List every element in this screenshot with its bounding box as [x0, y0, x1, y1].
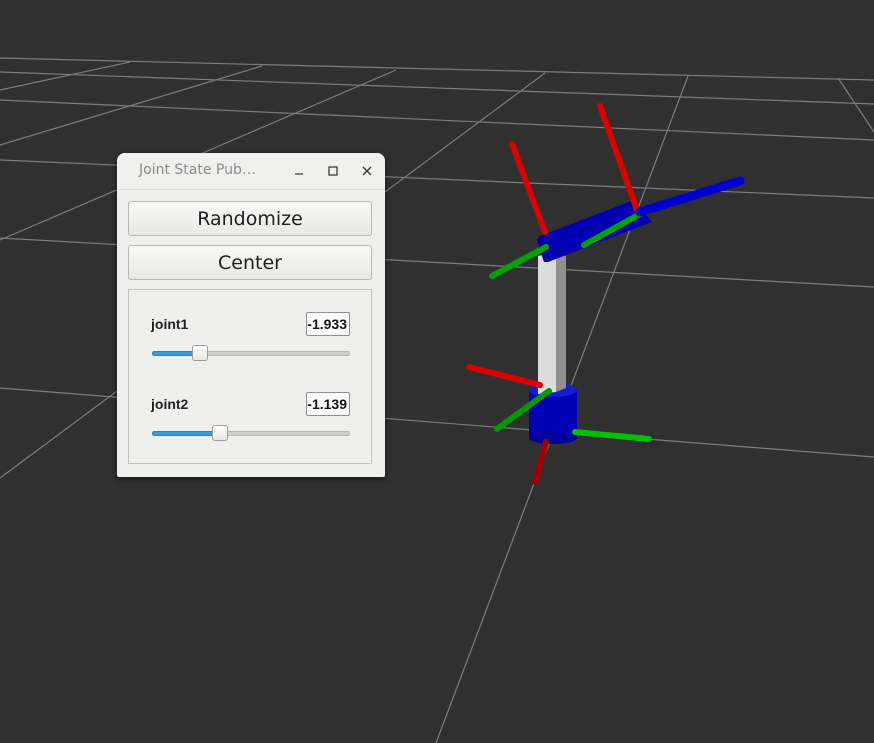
- joint1-slider[interactable]: [152, 344, 350, 364]
- center-button[interactable]: Center: [128, 245, 372, 280]
- slider-fill: [152, 431, 220, 436]
- joint2-value-field[interactable]: [306, 392, 350, 416]
- close-icon[interactable]: [357, 161, 377, 181]
- maximize-icon[interactable]: [323, 161, 343, 181]
- joint2-label: joint2: [151, 396, 189, 412]
- minimize-icon[interactable]: [289, 161, 309, 181]
- joint1-label: joint1: [151, 316, 189, 332]
- joint-sliders-panel: joint1 joint2: [128, 289, 372, 464]
- slider-handle[interactable]: [192, 345, 208, 361]
- joint2-slider[interactable]: [152, 424, 350, 444]
- upper-link: [538, 252, 566, 394]
- grid-line: [0, 65, 263, 146]
- joint-state-publisher-window: Joint State Pub… Randomize Center joint1…: [117, 153, 385, 477]
- window-titlebar[interactable]: Joint State Pub…: [117, 153, 385, 190]
- joint1-value-field[interactable]: [306, 312, 350, 336]
- grid-line: [837, 77, 874, 133]
- randomize-button[interactable]: Randomize: [128, 201, 372, 236]
- slider-handle[interactable]: [212, 425, 228, 441]
- window-title: Joint State Pub…: [139, 162, 256, 178]
- joint2-tf-axes: [489, 103, 745, 279]
